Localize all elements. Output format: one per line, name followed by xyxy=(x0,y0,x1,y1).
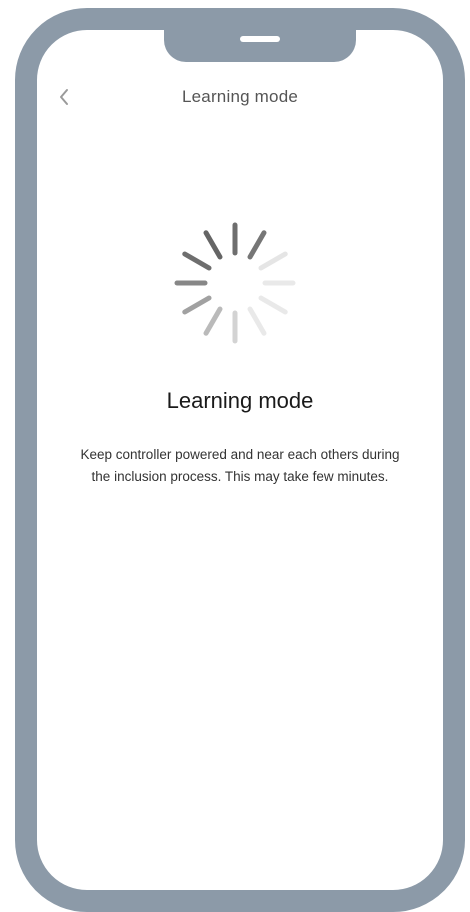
spinner-spoke xyxy=(247,230,267,260)
loading-spinner xyxy=(160,208,310,358)
chevron-left-icon xyxy=(60,89,68,105)
content-description: Keep controller powered and near each ot… xyxy=(80,447,400,484)
spinner-spoke xyxy=(258,295,288,315)
spinner-spoke xyxy=(203,230,223,260)
spinner-spoke xyxy=(247,306,267,336)
phone-frame: Learning mode Learning mode Keep control… xyxy=(15,8,465,912)
back-button[interactable] xyxy=(51,84,77,110)
content-title: Learning mode xyxy=(166,388,314,413)
nav-bar: Learning mode xyxy=(37,72,443,122)
speaker xyxy=(240,36,280,42)
spinner-spoke xyxy=(182,295,212,315)
notch xyxy=(164,28,356,62)
spinner-spoke xyxy=(203,306,223,336)
page-title: Learning mode xyxy=(181,87,298,106)
spinner-spoke xyxy=(258,251,288,271)
spinner-spoke xyxy=(182,251,212,271)
loading-spinner-icon xyxy=(174,222,296,344)
screen: Learning mode Learning mode Keep control… xyxy=(37,30,443,890)
